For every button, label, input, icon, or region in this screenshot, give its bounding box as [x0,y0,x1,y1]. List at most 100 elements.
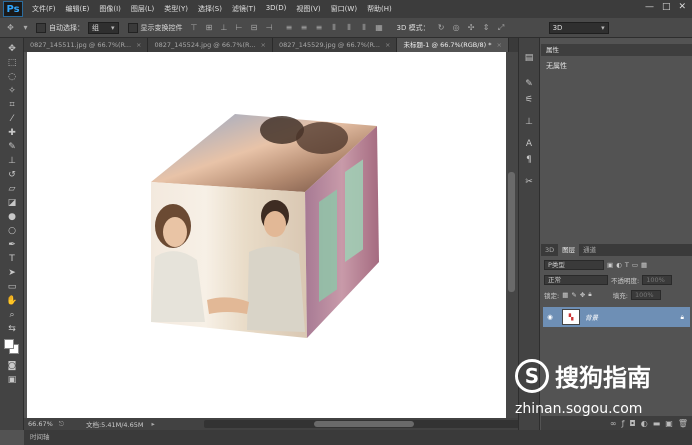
history-panel-icon[interactable]: ▤ [522,52,536,64]
document-canvas[interactable] [27,52,506,418]
brush-tool-icon[interactable]: ✎ [4,141,20,154]
blend-mode-dropdown[interactable]: 正常 [544,274,608,285]
history-brush-tool-icon[interactable]: ↺ [4,169,20,182]
tab-channels[interactable]: 通道 [579,244,600,256]
distribute-bottom-icon[interactable]: ≡ [315,23,324,32]
tab-close-icon[interactable]: × [496,41,501,49]
tab-3d[interactable]: 3D [541,244,558,256]
filter-shape-icon[interactable]: ▭ [632,261,638,269]
eraser-tool-icon[interactable]: ▱ [4,183,20,196]
path-select-tool-icon[interactable]: ➤ [4,267,20,280]
menu-item[interactable]: 帮助(H) [362,4,397,14]
healing-brush-tool-icon[interactable]: ✚ [4,127,20,140]
workspace-dropdown[interactable]: 3D [548,21,609,34]
clone-source-icon[interactable]: ⊥ [522,116,536,128]
tab-layers[interactable]: 图层 [558,244,580,256]
filter-type-icon[interactable]: T [625,261,629,269]
document-tab[interactable]: 0827_145511.jpg @ 66.7%(R... × [24,38,149,52]
menu-item[interactable]: 滤镜(T) [227,4,261,14]
character-panel-icon[interactable]: A [522,138,536,150]
menu-item[interactable]: 编辑(E) [61,4,95,14]
distribute-top-icon[interactable]: ≡ [285,23,294,32]
menu-item[interactable]: 视图(V) [291,4,325,14]
brush-presets-icon[interactable]: ⚟ [522,94,536,106]
hand-tool-icon[interactable]: ✋ [4,295,20,308]
fill-input[interactable]: 100% [630,289,661,300]
distribute-center-icon[interactable]: ⦀ [345,23,354,32]
quick-mask-icon[interactable]: ◙ [4,360,20,373]
filter-adjustment-icon[interactable]: ◐ [616,261,622,269]
lock-all-icon[interactable]: 🔒︎ [588,290,591,299]
3d-pan-icon[interactable]: ✣ [467,23,476,32]
color-swatches[interactable] [0,337,24,359]
lasso-tool-icon[interactable]: ◌ [4,71,20,84]
tab-close-icon[interactable]: × [261,41,266,49]
tools-preset-icon[interactable]: ✂ [522,176,536,188]
lock-paint-icon[interactable]: ✎ [571,291,576,299]
horizontal-scroll-thumb[interactable] [314,421,414,427]
type-tool-icon[interactable]: T [4,253,20,266]
3d-roll-icon[interactable]: ◎ [452,23,461,32]
3d-slide-icon[interactable]: ⇕ [482,23,491,32]
align-left-icon[interactable]: ⊢ [235,23,244,32]
dodge-tool-icon[interactable]: ○ [4,225,20,238]
document-tab[interactable]: 未标题-1 @ 66.7%(RGB/8) * × [397,38,509,52]
tab-close-icon[interactable]: × [385,41,390,49]
blur-tool-icon[interactable]: ● [4,211,20,224]
pen-tool-icon[interactable]: ✒ [4,239,20,252]
status-menu-chevron-icon[interactable]: ▸ [152,420,155,428]
eyedropper-tool-icon[interactable]: ⁄ [4,113,20,126]
paint-bucket-tool-icon[interactable]: ◪ [4,197,20,210]
vertical-scroll-thumb[interactable] [508,172,515,292]
foreground-color-swatch[interactable] [4,339,14,349]
layer-name[interactable]: 背景 [585,312,598,322]
align-top-icon[interactable]: ⊤ [190,23,199,32]
share-icon[interactable]: ⎋ [59,420,64,429]
show-transform-checkbox[interactable] [127,22,138,33]
menu-item[interactable]: 窗口(W) [326,4,362,14]
menu-item[interactable]: 图层(L) [126,4,159,14]
3d-rotate-icon[interactable]: ↻ [437,23,446,32]
zoom-level[interactable]: 66.67% [28,420,53,428]
tool-preset-chevron-icon[interactable]: ▾ [21,23,30,32]
filter-smart-icon[interactable]: ▦ [641,261,647,269]
layer-filter-dropdown[interactable]: P类型 [544,259,604,270]
properties-title[interactable]: 属性 [541,44,692,56]
quick-select-tool-icon[interactable]: ✧ [4,85,20,98]
visibility-eye-icon[interactable]: ◉ [543,313,557,321]
timeline-panel-tab[interactable]: 时间轴 [24,430,692,445]
shape-tool-icon[interactable]: ▭ [4,281,20,294]
menu-item[interactable]: 图像(I) [94,4,126,14]
marquee-tool-icon[interactable]: ⬚ [4,57,20,70]
menu-item[interactable]: 类型(Y) [159,4,193,14]
menu-item[interactable]: 文件(F) [27,4,61,14]
tab-close-icon[interactable]: × [136,41,141,49]
layer-row-background[interactable]: ◉ ▚ 背景 🔒︎ [543,307,690,327]
document-info[interactable]: 文档:5.41M/4.65M [86,419,144,429]
opacity-input[interactable]: 100% [642,274,673,285]
document-tab[interactable]: 0827_145524.jpg @ 66.7%(R... × [148,38,273,52]
screen-mode-icon[interactable]: ▣ [4,374,20,387]
auto-select-dropdown[interactable]: 组 [88,21,119,34]
align-right-icon[interactable]: ⊣ [265,23,274,32]
distribute-right-icon[interactable]: ⦀ [360,23,369,32]
brush-panel-icon[interactable]: ✎ [522,78,536,90]
distribute-left-icon[interactable]: ⦀ [330,23,339,32]
menu-item[interactable]: 选择(S) [193,4,227,14]
align-center-icon[interactable]: ⊟ [250,23,259,32]
auto-align-icon[interactable]: ▦ [375,23,384,32]
align-bottom-icon[interactable]: ⊥ [220,23,229,32]
horizontal-scrollbar[interactable] [204,420,530,428]
swap-colors-icon[interactable]: ⇆ [4,323,20,336]
auto-select-checkbox[interactable] [36,22,46,33]
maximize-button[interactable]: □ [662,2,671,12]
lock-position-icon[interactable]: ✥ [580,291,585,299]
minimize-button[interactable]: — [645,2,654,12]
filter-pixel-icon[interactable]: ▣ [607,261,613,269]
menu-item[interactable]: 3D(D) [261,4,292,14]
lock-transparent-icon[interactable]: ▦ [562,291,568,299]
crop-tool-icon[interactable]: ⌗ [4,99,20,112]
move-tool-icon[interactable]: ✥ [4,43,20,56]
3d-scale-icon[interactable]: ⤢ [497,23,506,32]
document-tab[interactable]: 0827_145529.jpg @ 66.7%(R... × [272,38,398,52]
